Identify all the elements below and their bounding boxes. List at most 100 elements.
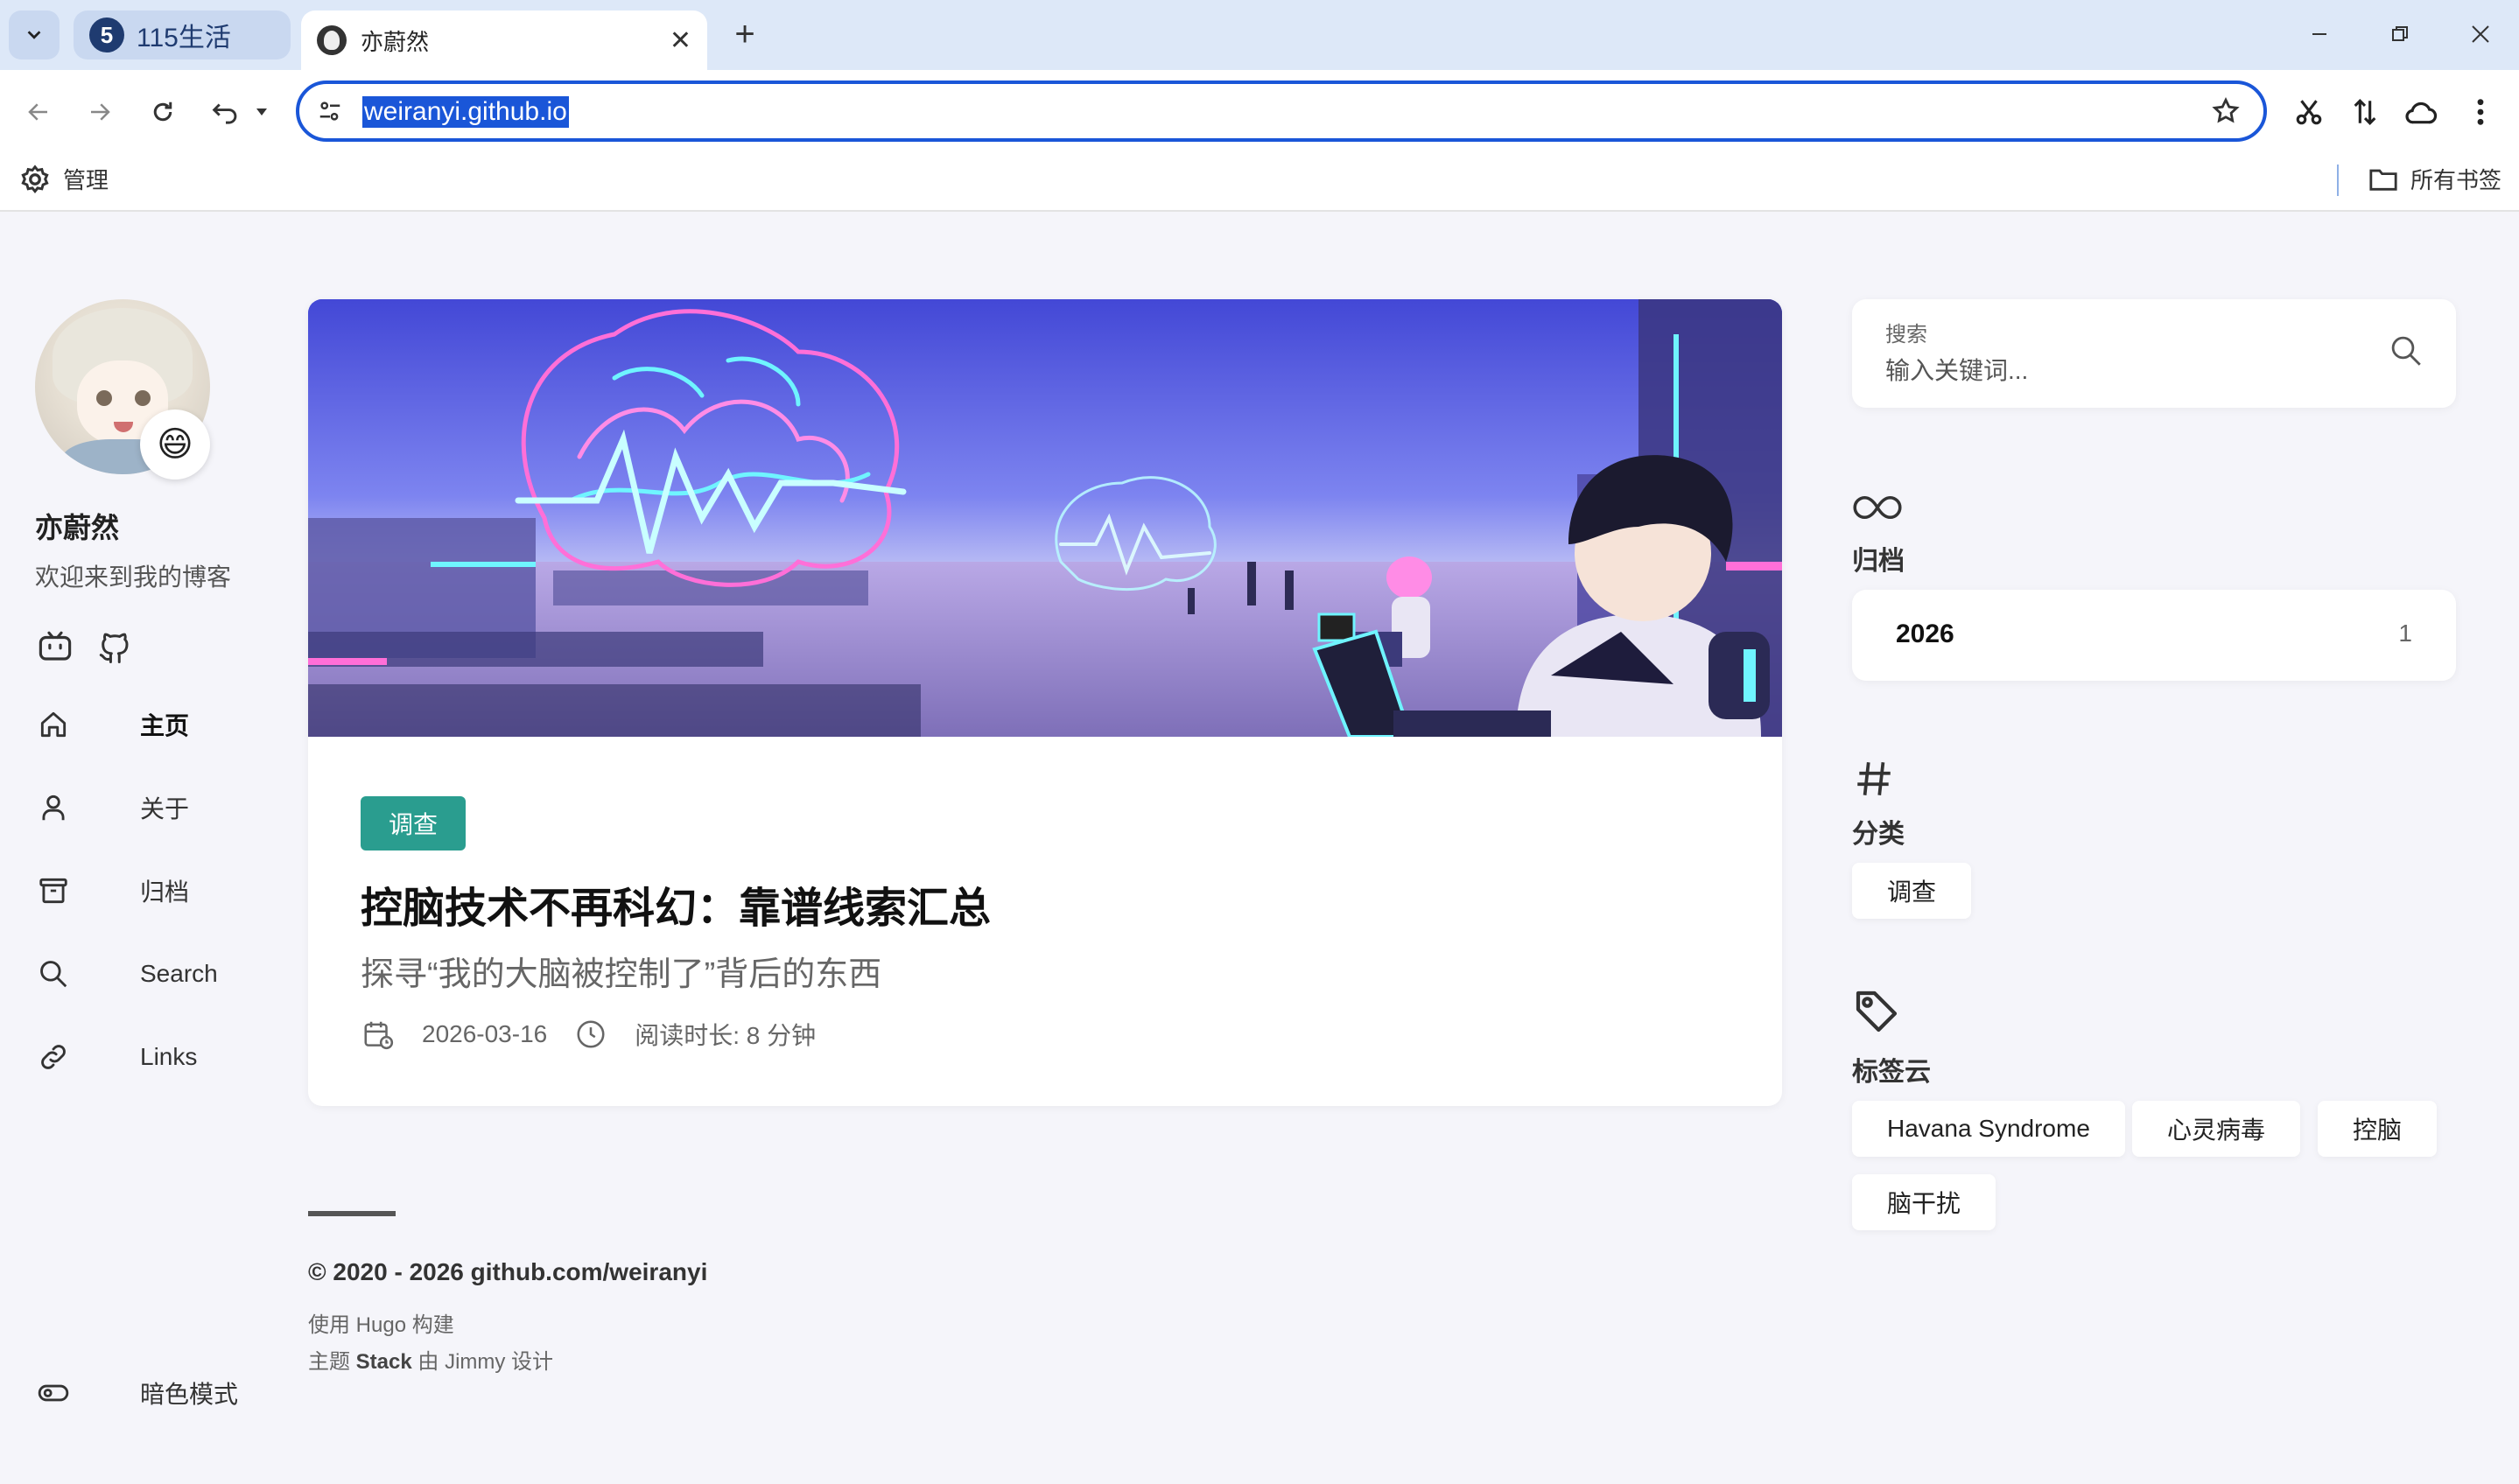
cloud-icon [2405,102,2438,124]
hugo-link[interactable]: Hugo [356,1313,406,1337]
tag-pill[interactable]: 控脑 [2318,1101,2438,1157]
folder-icon [2369,169,2397,191]
search-icon [35,956,72,992]
article-cover-image[interactable] [308,299,1782,737]
toggle-icon [35,1375,72,1411]
all-bookmarks[interactable]: 所有书签 [2368,163,2501,195]
restore-icon [2392,26,2408,41]
address-bar[interactable]: weiranyi.github.io [296,80,2267,142]
site-settings-icon[interactable] [317,98,343,124]
new-tab-button[interactable]: + [723,12,767,56]
tab-strip: 5 115生活 亦蔚然 ✕ + [0,0,2519,70]
arrow-left-icon [28,103,47,121]
bookmark-manage[interactable]: 管理 [19,163,109,195]
close-window-button[interactable] [2454,12,2507,56]
forward-button[interactable] [77,89,123,135]
menu-item-about[interactable]: 关于 [35,781,263,834]
footer-built-with: 使用 Hugo 构建 [308,1307,454,1338]
post-meta: 2026-03-16 阅读时长: 8 分钟 [361,1017,842,1052]
dark-mode-label: 暗色模式 [140,1381,239,1408]
search-widget[interactable]: 搜索 输入关键词... [1852,299,2456,408]
history-back-button[interactable] [203,89,249,135]
browser-menu-button[interactable] [2458,89,2503,135]
sort-extension-button[interactable] [2342,89,2388,135]
avatar-eye [96,390,112,406]
reload-icon [153,102,172,122]
category-badge[interactable]: 调查 [361,796,467,850]
avatar-emoji-badge: 😄 [140,410,210,480]
home-icon [35,706,72,743]
tab-label: 115生活 [137,24,231,52]
menu-item-archive[interactable]: 归档 [35,864,263,917]
tab-115[interactable]: 5 115生活 [74,10,291,60]
archive-year-item[interactable]: 2026 1 [1852,590,2456,681]
footer-text: 主题 [308,1350,356,1374]
history-dropdown[interactable] [249,89,275,135]
menu-label: 关于 [140,795,190,822]
archive-icon [35,872,72,909]
article-card[interactable]: 调查 控脑技术不再科幻：靠谱线索汇总 探寻“我的大脑被控制了”背后的东西 202… [308,299,1782,1106]
bookmarks-separator [2337,164,2339,196]
menu-item-links[interactable]: Links [35,1031,263,1083]
jimmy-link[interactable]: Jimmy [445,1350,505,1374]
search-label: 搜索 [1885,323,1927,346]
footer-copyright: © 2020 - 2026 github.com/weiranyi [308,1258,708,1285]
site-description: 欢迎来到我的博客 [35,564,232,591]
gear-icon [21,164,49,193]
read-time: 阅读时长: 8 分钟 [635,1022,817,1049]
back-button[interactable] [16,89,61,135]
tag-pill[interactable]: 心灵病毒 [2132,1101,2301,1157]
bilibili-link[interactable] [35,626,75,667]
footer-text: 设计 [505,1350,554,1374]
hashtag-icon [1857,762,1891,795]
github-link[interactable] [95,626,135,667]
post-title[interactable]: 控脑技术不再科幻：靠谱线索汇总 [361,873,991,934]
categories-widget-title: 分类 [1852,820,1905,849]
browser-toolbar: weiranyi.github.io [0,70,2519,150]
stack-theme-link[interactable]: Stack [356,1350,412,1374]
link-icon [35,1039,72,1075]
undo-icon [212,103,237,124]
tab-blog[interactable]: 亦蔚然 ✕ [301,10,707,70]
cover-illustration [308,299,1782,737]
user-icon [35,789,72,826]
infinity-icon [1853,495,1902,520]
star-icon[interactable] [2211,96,2241,126]
calendar-icon [361,1017,396,1052]
footer-theme: 主题 Stack 由 Jimmy 设计 [308,1344,553,1375]
avatar-eye [135,390,151,406]
restore-button[interactable] [2374,12,2426,56]
menu-item-search[interactable]: Search [35,948,263,1000]
minimize-icon [2312,33,2326,35]
tab-search-button[interactable] [9,10,60,60]
menu-item-home[interactable]: 主页 [35,698,263,751]
tag-pill[interactable]: Havana Syndrome [1852,1101,2125,1157]
search-input[interactable]: 输入关键词... [1885,352,2028,387]
menu-label: Links [140,1043,198,1070]
bookmarks-bar: 管理 所有书签 [0,150,2519,212]
footer-text: 由 [411,1350,446,1374]
tag-pill[interactable]: 脑干扰 [1852,1174,1996,1230]
footer-divider [308,1211,396,1216]
tab-favicon: 5 [89,18,124,52]
dark-mode-toggle[interactable]: 暗色模式 [35,1367,298,1419]
post-subtitle: 探寻“我的大脑被控制了”背后的东西 [361,956,882,993]
site-name: 亦蔚然 [35,512,120,543]
cut-extension-button[interactable] [2286,89,2332,135]
url-text[interactable]: weiranyi.github.io [362,96,569,128]
minimize-button[interactable] [2293,12,2346,56]
search-icon[interactable] [2388,332,2424,369]
archive-year: 2026 [1896,620,1954,648]
bilibili-icon [39,631,72,661]
footer-text: 构建 [406,1313,454,1337]
category-pill[interactable]: 调查 [1852,863,1972,919]
blog-page: 😄 亦蔚然 欢迎来到我的博客 主页 关于 归档 Search Links 暗色模… [0,212,2519,1484]
emoji-icon: 😄 [157,425,193,464]
reload-button[interactable] [140,89,186,135]
favicon-icon [317,25,347,55]
close-icon[interactable]: ✕ [670,25,691,56]
tags-widget-title: 标签云 [1852,1058,1931,1087]
tab-label: 亦蔚然 [361,28,430,55]
cloud-extension-button[interactable] [2398,89,2444,135]
clock-icon [573,1017,608,1052]
